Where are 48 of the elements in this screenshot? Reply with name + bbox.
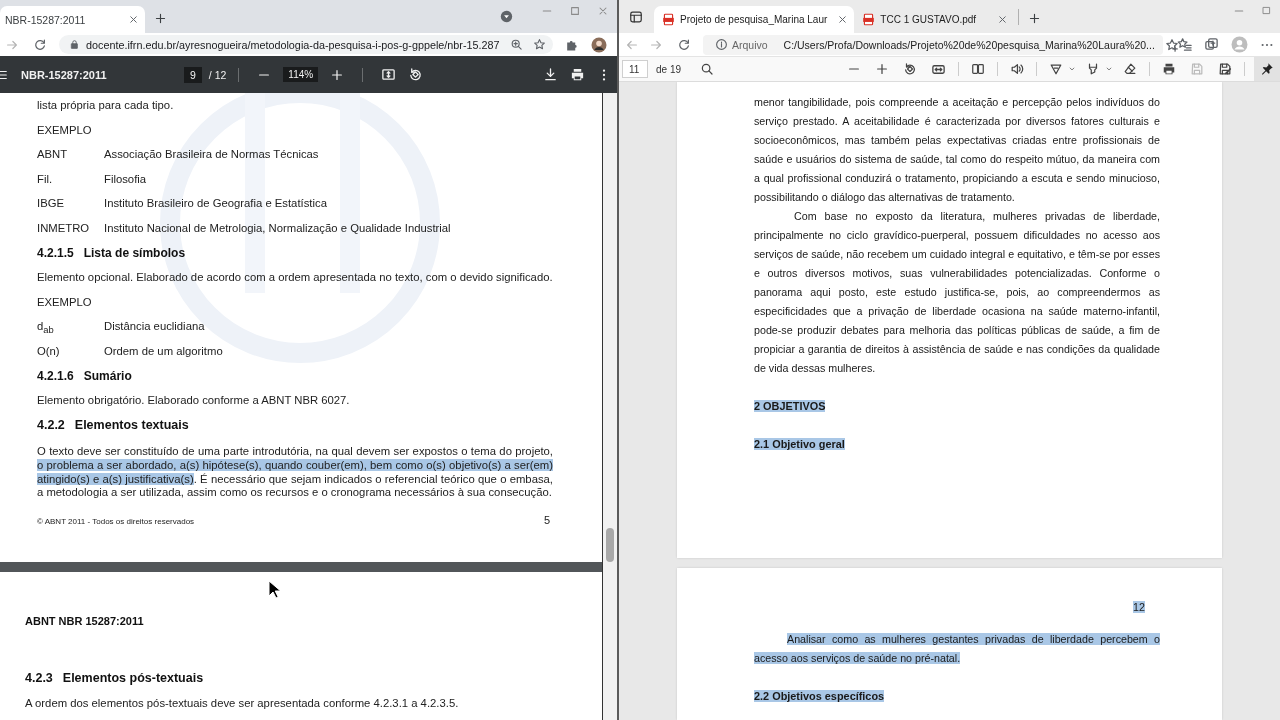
body-text: EXEMPLO	[37, 122, 93, 138]
term-label: IBGE	[37, 196, 65, 212]
section-heading: 2 OBJETIVOS	[754, 399, 827, 414]
paragraph: Com base no exposto da literatura, mulheres privadas de liberdade, principalmente no ciclo gravídico-puerperal, possuem dificuldades no acesso aos serviços de saúde, não recebem um cuidado integral e equitativo, e têm-se por esses e outros diversos motivos, suas vulnerabilidades potencializadas. Conforme o panorama aqui posto, este estudo justifica-se, pois, ao compreendermos as especificidades que a privação de liberdade ocasiona na saúde materno-infantil, pode-se produzir debates para melhoria das políticas públicas de saúde, a fim de propiciar a garantia de direitos à assistência de saúde e nas condições da qualidade de vida dessas mulheres.	[754, 209, 1160, 376]
term-label: d$_{ab}$	[37, 319, 55, 338]
address-field[interactable]: docente.ifrn.edu.br/ayresnogueira/metodologia-da-pesquisa-i-pos-g-gppele/nbr-15.287	[59, 35, 553, 54]
section-heading: 2.2 Objetivos específicos	[754, 689, 886, 704]
paragraph: Analisar como as mulheres gestantes privadas de liberdade percebem o acesso aos serviços de saúde no pré-natal.	[754, 632, 1160, 666]
body-text: Elemento opcional. Elaborado de acordo com a ordem apresentada no texto, com o devido significado.	[37, 270, 553, 286]
section-number: 4.2.3	[25, 670, 53, 686]
browser-tab[interactable]: Projeto de pesquisa_Marina Laur	[654, 6, 855, 33]
term-label: INMETRO	[37, 220, 91, 236]
section-title: Sumário	[83, 367, 132, 385]
running-header: ABNT NBR 15287:2011	[25, 614, 145, 628]
page-number-field[interactable]: 9	[184, 66, 202, 83]
section-title: Lista de símbolos	[83, 244, 186, 262]
term-label: ABNT	[37, 147, 69, 163]
page-number: 12	[1132, 600, 1145, 615]
definition-text: Distância euclidiana	[104, 319, 205, 335]
definition-text: Instituto Brasileiro de Geografia e Estatística	[104, 196, 327, 212]
zoom-level-field[interactable]: 114%	[283, 67, 319, 82]
section-number: 4.2.1.5	[37, 244, 74, 262]
browser-tab[interactable]: TCC 1 GUSTAVO.pdf	[854, 6, 1015, 33]
page-number: 5	[543, 513, 550, 526]
term-label: O(n)	[37, 343, 61, 359]
term-label: Fil.	[37, 171, 54, 187]
section-number: 4.2.2	[37, 416, 65, 434]
page-count: de 19	[656, 63, 682, 75]
body-text: A ordem dos elementos pós-textuais deve ser apresentada conforme 4.2.3.1 a 4.2.3.5.	[25, 696, 460, 710]
paragraph: O texto deve ser constituído de uma parte introdutória, na qual devem ser expostos o tema do projeto, o problema a ser abordado, a(s) hipótese(s), quando couber(em), bem como o(s) objetivo(s) a ser(em) atingido(s) e a(s) justificativa(s). É necessário que sejam indicados o referencial teórico que o embasa, a metodologia a ser utilizada, assim como os recursos e o cronograma necessários à sua consecução.	[37, 445, 553, 500]
page-count: / 12	[208, 68, 227, 81]
section-number: 4.2.1.6	[37, 367, 74, 385]
section-heading: 2.1 Objetivo geral	[754, 437, 846, 452]
body-text: lista própria para cada tipo.	[37, 98, 175, 113]
paragraph: menor tangibilidade, pois compreende a aceitação e percepção pelos indivíduos do serviço prestado. A aceitabilidade é caracterizada por diversos fatores culturais e socioeconômicos, mas também pelas expectativas criadas entre profissionais de saúde e usuários do sistema de saúde, tal como do respeito mútuo, da maneira com a qual profissional conduzirá o tratamento, propiciando a escuta e sendo minucioso, possibilitando o diálogo das alternativas de tratamento.	[754, 95, 1160, 205]
definition-text: Instituto Nacional de Metrologia, Normalização e Qualidade Industrial	[104, 220, 451, 236]
browser-tab[interactable]: NBR-15287:2011	[0, 6, 145, 33]
definition-text: Associação Brasileira de Normas Técnicas	[104, 147, 319, 163]
page-number-field[interactable]: 11	[622, 60, 648, 78]
definition-text: Filosofia	[104, 171, 147, 187]
section-title: Elementos textuais	[74, 416, 189, 434]
definition-text: Ordem de um algoritmo	[104, 343, 223, 359]
copyright-footer: © ABNT 2011 - Todos os direitos reservados	[37, 516, 195, 526]
section-title: Elementos pós-textuais	[62, 670, 204, 686]
body-text: EXEMPLO	[37, 294, 93, 310]
site-label: Arquivo	[732, 38, 768, 51]
document-title: NBR-15287:2011	[20, 68, 108, 81]
body-text: Elemento obrigatório. Elaborado conforme a ABNT NBR 6027.	[37, 393, 351, 409]
